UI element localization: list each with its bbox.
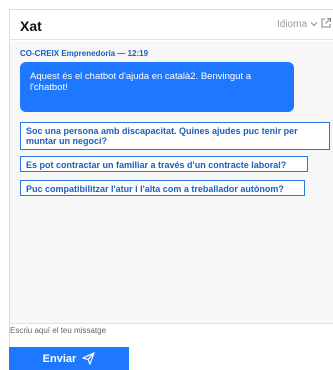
message-input[interactable]: Escriu aquí el teu missatge — [10, 326, 106, 335]
chat-title: Xat — [20, 18, 42, 34]
quick-reply-option[interactable]: Es pot contractar un familiar a través d… — [20, 156, 308, 172]
quick-reply-option[interactable]: Soc una persona amb discapacitat. Quines… — [20, 122, 330, 150]
chat-header: Xat Idioma — [10, 10, 333, 40]
external-link-icon[interactable] — [320, 17, 332, 29]
chat-window: Xat Idioma CO-CREIX Emprenedoria — 12:19… — [9, 9, 333, 370]
quick-reply-option[interactable]: Puc compatibilitzar l'atur i l'alta com … — [20, 180, 305, 196]
chevron-down-icon[interactable] — [309, 19, 319, 29]
send-button[interactable]: Enviar — [9, 347, 129, 370]
bot-message-bubble: Aquest és el chatbot d'ajuda en català2.… — [20, 62, 294, 112]
message-sender: CO-CREIX Emprenedoria — 12:19 — [20, 49, 149, 58]
send-icon — [82, 352, 95, 365]
send-button-label: Enviar — [42, 352, 77, 365]
language-selector[interactable]: Idioma — [277, 19, 307, 30]
chat-messages-area[interactable]: CO-CREIX Emprenedoria — 12:19 Aquest és … — [10, 41, 333, 324]
